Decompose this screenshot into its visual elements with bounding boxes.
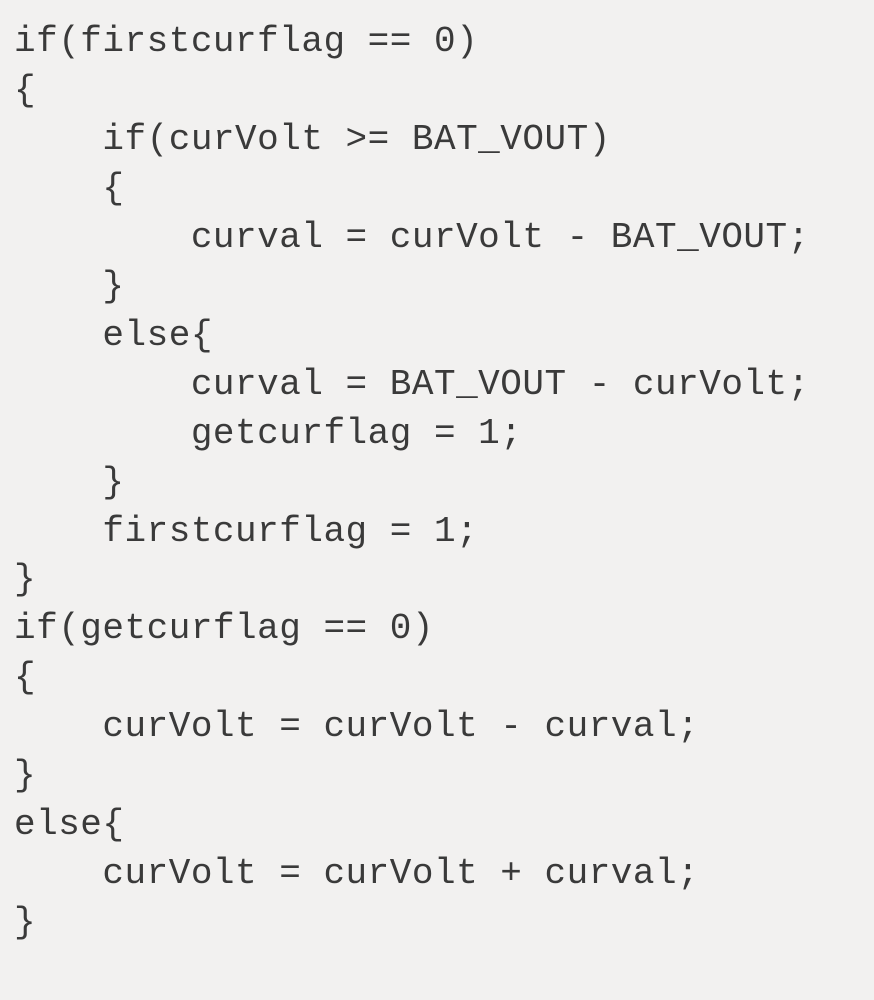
code-block: if(firstcurflag == 0) { if(curVolt >= BA… [0,0,874,948]
